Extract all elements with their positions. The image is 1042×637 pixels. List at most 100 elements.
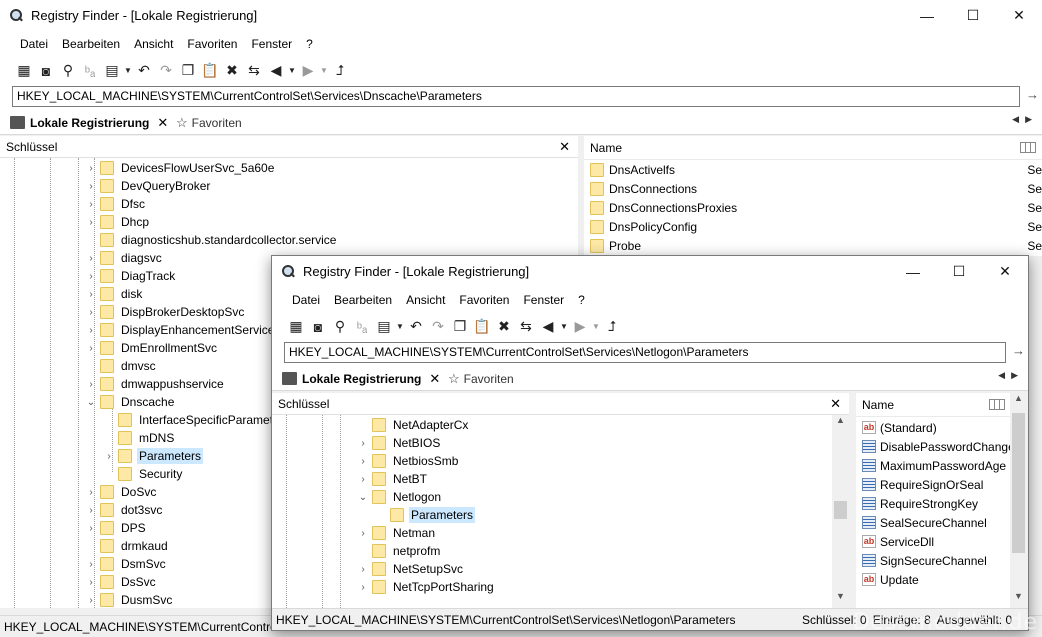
tree-item[interactable]: dmvsc [84,357,158,375]
scroll-thumb[interactable] [834,501,847,519]
collapsed-chevron-icon[interactable]: › [356,456,370,467]
new-key-icon[interactable]: ▤ [373,316,395,338]
tree-scrollbar[interactable]: ▲ ▼ [832,415,849,608]
value-row[interactable]: SealSecureChannel [862,513,987,532]
value-row[interactable]: RequireSignOrSeal [862,475,983,494]
tree-item[interactable]: diagnosticshub.standardcollector.service [84,231,338,249]
scroll-down-icon[interactable]: ▼ [1010,591,1027,608]
tree-item[interactable]: Security [102,465,184,483]
collapsed-chevron-icon[interactable]: › [84,343,98,354]
minimize-button[interactable]: — [890,256,936,287]
collapsed-chevron-icon[interactable]: › [84,559,98,570]
collapsed-chevron-icon[interactable]: › [356,438,370,449]
forward-icon[interactable]: ▶ [297,60,319,82]
collapsed-chevron-icon[interactable]: › [356,582,370,593]
find-icon[interactable]: ⚲ [329,316,351,338]
keys-pane-close-icon[interactable]: ✕ [559,139,570,155]
tree-item[interactable]: › Parameters [102,447,204,465]
collapsed-chevron-icon[interactable]: › [84,253,98,264]
forward-dropdown-icon[interactable]: ▼ [319,60,329,82]
refresh-icon[interactable]: ⇆ [243,60,265,82]
list-item[interactable]: DnsConnectionsProxies Se [590,198,1042,217]
menu-ansicht[interactable]: Ansicht [399,293,452,307]
menu-fenster[interactable]: Fenster [516,293,571,307]
copy-icon[interactable]: ❐ [177,60,199,82]
tree-item[interactable]: › DisplayEnhancementService [84,321,276,339]
collapsed-chevron-icon[interactable]: › [84,163,98,174]
value-row[interactable]: MaximumPasswordAge [862,456,1006,475]
remote-registry-icon[interactable]: ◙ [307,316,329,338]
menu-help[interactable]: ? [299,37,320,51]
tab-close-icon[interactable]: ✕ [429,371,440,387]
collapsed-chevron-icon[interactable]: › [84,181,98,192]
expanded-chevron-icon[interactable]: ⌄ [356,492,370,503]
tree-item[interactable]: › DispBrokerDesktopSvc [84,303,246,321]
close-button[interactable]: ✕ [982,256,1028,287]
scroll-down-icon[interactable]: ▼ [832,591,849,608]
tree-item[interactable]: › Dhcp [84,213,151,231]
tab-local-registry[interactable]: Lokale Registrierung ✕ [278,367,444,390]
tab-scroll-arrows[interactable]: ◀▶ [998,370,1024,381]
tree-item[interactable]: › DevQueryBroker [84,177,212,195]
value-row[interactable]: ab Update [862,570,919,589]
menu-fenster[interactable]: Fenster [244,37,299,51]
tree-item[interactable]: drmkaud [84,537,170,555]
tree-item[interactable]: › DoSvc [84,483,158,501]
collapsed-chevron-icon[interactable]: › [84,217,98,228]
remote-registry-icon[interactable]: ◙ [35,60,57,82]
name-column-header[interactable]: Name [862,398,894,412]
new-dropdown-icon[interactable]: ▼ [123,60,133,82]
menu-bearbeiten[interactable]: Bearbeiten [327,293,399,307]
tab-close-icon[interactable]: ✕ [157,115,168,131]
redo-icon[interactable]: ↷ [155,60,177,82]
up-icon[interactable]: ⮥ [601,316,623,338]
column-chooser-icon[interactable] [1020,142,1036,153]
address-input[interactable]: HKEY_LOCAL_MACHINE\SYSTEM\CurrentControl… [12,86,1020,107]
forward-icon[interactable]: ▶ [569,316,591,338]
paste-icon[interactable]: 📋 [471,316,493,338]
collapsed-chevron-icon[interactable]: › [84,487,98,498]
scroll-up-icon[interactable]: ▲ [832,415,849,432]
collapsed-chevron-icon[interactable]: › [84,325,98,336]
tree-item[interactable]: › DPS [84,519,148,537]
collapsed-chevron-icon[interactable]: › [356,564,370,575]
up-icon[interactable]: ⮥ [329,60,351,82]
tree-item[interactable]: › Dfsc [84,195,147,213]
go-arrow-icon[interactable]: → [1026,87,1039,102]
tree-item[interactable]: › DmEnrollmentSvc [84,339,219,357]
collapsed-chevron-icon[interactable]: › [356,474,370,485]
value-row[interactable]: RequireStrongKey [862,494,978,513]
replace-icon[interactable]: ᵇₐ [79,60,101,82]
maximize-button[interactable]: ☐ [950,0,996,31]
tree-item[interactable]: › Netman [356,524,437,542]
collapsed-chevron-icon[interactable]: › [356,528,370,539]
tab-favorites[interactable]: ☆ Favoriten [448,367,514,390]
collapsed-chevron-icon[interactable]: › [84,577,98,588]
tree-item[interactable]: › DsSvc [84,573,158,591]
local-registry-icon[interactable]: ▦ [285,316,307,338]
collapsed-chevron-icon[interactable]: › [84,595,98,606]
collapsed-chevron-icon[interactable]: › [84,523,98,534]
redo-icon[interactable]: ↷ [427,316,449,338]
scroll-up-icon[interactable]: ▲ [1010,393,1027,410]
new-key-icon[interactable]: ▤ [101,60,123,82]
values-scrollbar[interactable]: ▲ ▼ [1010,393,1027,608]
close-button[interactable]: ✕ [996,0,1042,31]
tree-item[interactable]: › NetBIOS [356,434,442,452]
collapsed-chevron-icon[interactable]: › [84,199,98,210]
address-input[interactable]: HKEY_LOCAL_MACHINE\SYSTEM\CurrentControl… [284,342,1006,363]
tree-item[interactable]: ⌄ Dnscache [84,393,176,411]
tree-item[interactable]: › DusmSvc [84,591,174,608]
menu-favoriten[interactable]: Favoriten [452,293,516,307]
value-row[interactable]: DisablePasswordChange [862,437,1015,456]
menu-ansicht[interactable]: Ansicht [127,37,180,51]
collapsed-chevron-icon[interactable]: › [84,379,98,390]
tree-item[interactable]: netprofm [356,542,442,560]
back-icon[interactable]: ◀ [537,316,559,338]
tree-item[interactable]: › NetBT [356,470,429,488]
menu-datei[interactable]: Datei [13,37,55,51]
list-item[interactable]: DnsActivelfs Se [590,160,1042,179]
collapsed-chevron-icon[interactable]: › [84,289,98,300]
paste-icon[interactable]: 📋 [199,60,221,82]
tab-favorites[interactable]: ☆ Favoriten [176,111,242,134]
